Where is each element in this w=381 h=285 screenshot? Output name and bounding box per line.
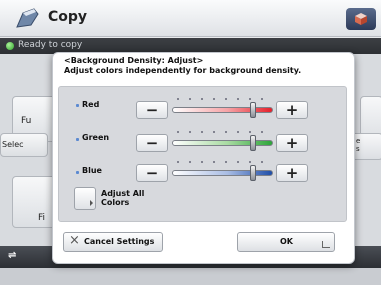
triangle-right-icon bbox=[90, 200, 93, 206]
enter-corner-icon bbox=[322, 241, 330, 248]
bottom-bar-icon: ⇌ bbox=[8, 250, 17, 261]
blue-tick-marks bbox=[175, 161, 271, 165]
green-tick-marks bbox=[175, 131, 271, 135]
ok-label: OK bbox=[280, 237, 293, 246]
red-decrease-button[interactable]: − bbox=[136, 101, 168, 119]
blue-bullet-icon bbox=[76, 171, 79, 174]
status-text: Ready to copy bbox=[18, 40, 83, 50]
dialog-title: <Background Density: Adjust> bbox=[64, 56, 204, 65]
background-left-tile-2-label: Selec bbox=[2, 140, 24, 149]
settings-menu-button[interactable] bbox=[346, 8, 376, 30]
red-tick-marks bbox=[175, 98, 271, 102]
green-slider-track[interactable] bbox=[172, 140, 273, 146]
cancel-settings-label: Cancel Settings bbox=[84, 237, 155, 246]
app-footer bbox=[0, 268, 381, 285]
cube-icon bbox=[355, 13, 367, 25]
copy-app-icon bbox=[16, 8, 39, 28]
red-label: Red bbox=[82, 100, 100, 109]
green-bullet-icon bbox=[76, 138, 79, 141]
red-slider-track[interactable] bbox=[172, 107, 273, 113]
blue-label: Blue bbox=[82, 166, 102, 175]
close-icon: × bbox=[69, 233, 80, 248]
blue-slider-track[interactable] bbox=[172, 170, 273, 176]
green-increase-button[interactable]: + bbox=[276, 134, 308, 152]
adjust-all-colors-label: Adjust All Colors bbox=[101, 189, 145, 207]
green-label: Green bbox=[82, 133, 110, 142]
background-left-tile-3-label: Fi bbox=[38, 213, 46, 223]
green-decrease-button[interactable]: − bbox=[136, 134, 168, 152]
blue-slider-thumb[interactable] bbox=[249, 165, 256, 181]
status-indicator-icon bbox=[6, 42, 14, 50]
blue-decrease-button[interactable]: − bbox=[136, 164, 168, 182]
blue-increase-button[interactable]: + bbox=[276, 164, 308, 182]
background-left-tile-1-label: Fu bbox=[21, 116, 32, 126]
green-slider-thumb[interactable] bbox=[249, 135, 256, 151]
dialog-description: Adjust colors independently for backgrou… bbox=[64, 66, 302, 75]
adjust-all-colors-button[interactable] bbox=[74, 187, 96, 210]
red-increase-button[interactable]: + bbox=[276, 101, 308, 119]
background-right-tile-2-label: e s bbox=[356, 137, 361, 153]
red-slider-thumb[interactable] bbox=[249, 102, 256, 118]
app-title: Copy bbox=[48, 9, 88, 25]
red-bullet-icon bbox=[76, 104, 79, 107]
